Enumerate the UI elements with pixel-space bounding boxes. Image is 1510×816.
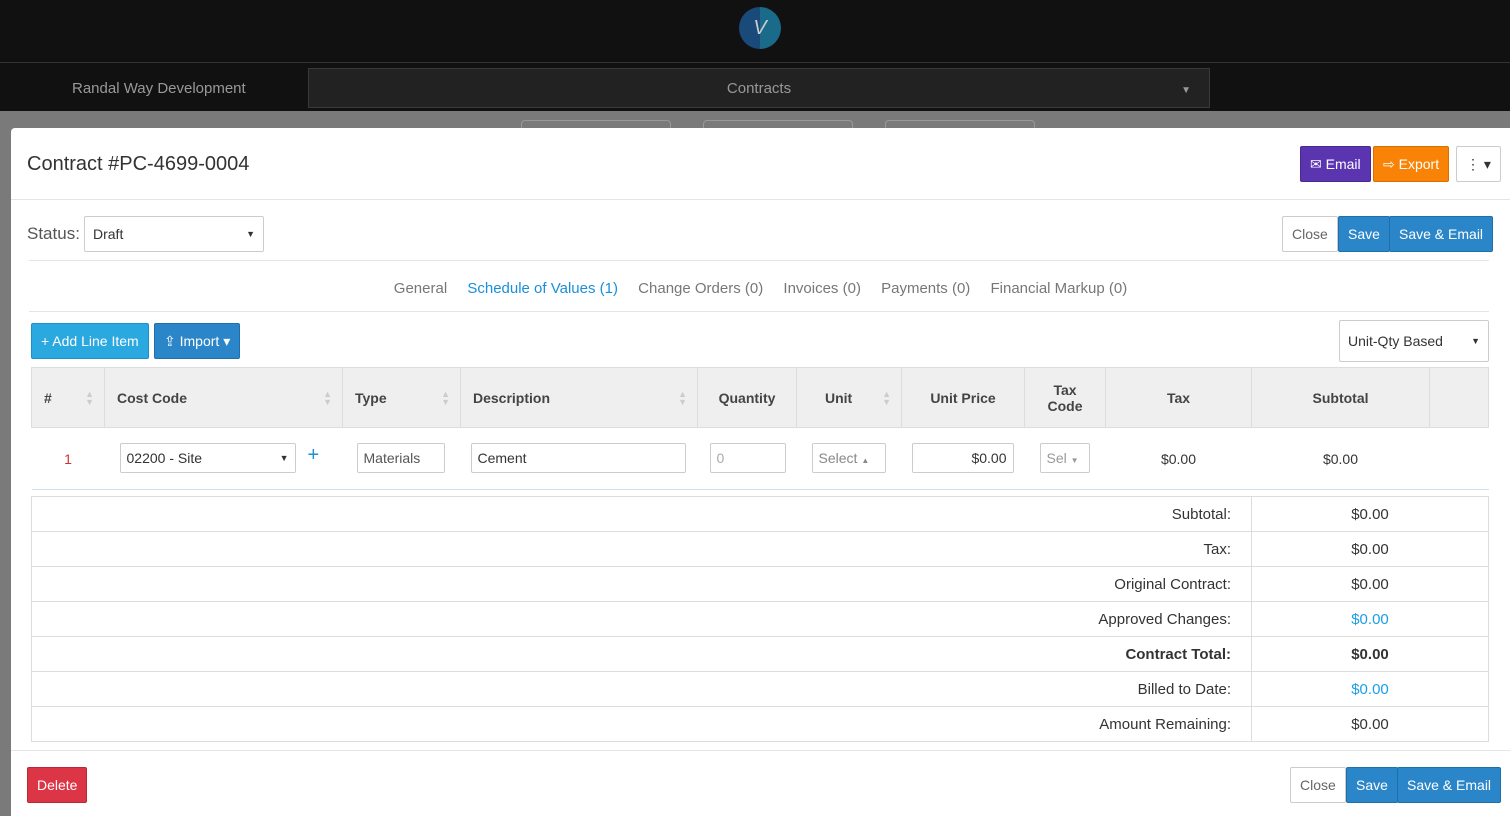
cost-code-cell: 02200 - Site ▼ + — [104, 427, 343, 490]
upload-icon: ⇪ — [164, 333, 180, 349]
envelope-icon: ✉ — [1310, 156, 1326, 172]
description-cell: Cement — [460, 427, 698, 490]
col-unit[interactable]: Unit ▲ ▼ — [796, 367, 902, 428]
tab-schedule-of-values[interactable]: Schedule of Values (1) — [467, 280, 618, 297]
pricing-mode-select[interactable]: Unit-Qty Based ▼ — [1339, 320, 1489, 362]
contract-modal: Contract #PC-4699-0004 ✉ Email ⇨ Export … — [11, 128, 1510, 816]
save-button-top[interactable]: Save — [1338, 216, 1390, 252]
status-select[interactable]: Draft ▼ — [84, 216, 264, 252]
unit-cell: Select ▲ — [796, 427, 902, 490]
col-cost-code[interactable]: Cost Code ▲ ▼ — [104, 367, 343, 428]
subtotal-value: $0.00 — [1251, 427, 1430, 490]
sort-icon: ▲ ▼ — [85, 389, 94, 407]
totals-table: Subtotal: $0.00 Tax: $0.00 Original Contra… — [31, 496, 1489, 742]
project-name[interactable]: Randal Way Development — [72, 80, 246, 97]
tax-code-select[interactable]: Sel ▼ — [1039, 443, 1090, 473]
tax-value: $0.00 — [1105, 427, 1252, 490]
col-tax: Tax — [1105, 367, 1252, 428]
sort-icon: ▲ ▼ — [882, 389, 891, 407]
top-bar: V — [0, 0, 1510, 63]
add-cost-code-icon[interactable]: + — [308, 444, 320, 467]
totals-row: Tax: $0.00 — [31, 531, 1489, 567]
totals-row: Contract Total: $0.00 — [31, 636, 1489, 672]
table-row: 1 02200 - Site ▼ + Materials Cement 0 Sele… — [31, 427, 1489, 490]
row-number: 1 — [31, 427, 105, 490]
totals-row: Billed to Date: $0.00 — [31, 671, 1489, 707]
tax-code-cell: Sel ▼ — [1024, 427, 1106, 490]
approved-changes-link[interactable]: $0.00 — [1251, 601, 1489, 637]
col-unit-price: Unit Price — [901, 367, 1025, 428]
caret-down-icon: ▼ — [1181, 85, 1191, 96]
caret-down-icon: ▼ — [1471, 336, 1480, 346]
unit-price-input[interactable]: $0.00 — [911, 443, 1014, 473]
add-line-item-button[interactable]: + Add Line Item — [31, 323, 149, 359]
delete-button[interactable]: Delete — [27, 767, 88, 803]
col-type[interactable]: Type ▲ ▼ — [342, 367, 461, 428]
totals-row: Original Contract: $0.00 — [31, 566, 1489, 602]
sort-icon: ▲ ▼ — [323, 389, 332, 407]
export-icon: ⇨ — [1383, 156, 1399, 172]
line-items-table: # ▲ ▼ Cost Code ▲ ▼ Type ▲ ▼ Description ▲ ▼ Qua… — [31, 367, 1489, 490]
col-subtotal: Subtotal — [1251, 367, 1430, 428]
export-label: Export — [1398, 156, 1440, 172]
app-logo[interactable]: V — [739, 7, 781, 49]
close-button-bottom[interactable]: Close — [1290, 767, 1346, 803]
status-value: Draft — [93, 226, 124, 242]
save-button-bottom[interactable]: Save — [1346, 767, 1398, 803]
tab-bar: General Schedule of Values (1) Change Or… — [11, 280, 1510, 297]
totals-row: Amount Remaining: $0.00 — [31, 706, 1489, 742]
unit-price-cell: $0.00 — [901, 427, 1025, 490]
sort-icon: ▲ ▼ — [441, 389, 450, 407]
email-label: Email — [1325, 156, 1361, 172]
quantity-cell: 0 — [697, 427, 797, 490]
caret-down-icon: ▼ — [246, 229, 255, 239]
col-description[interactable]: Description ▲ ▼ — [460, 367, 698, 428]
billed-to-date-link[interactable]: $0.00 — [1251, 671, 1489, 707]
col-number[interactable]: # ▲ ▼ — [31, 367, 105, 428]
col-quantity: Quantity — [697, 367, 797, 428]
totals-row: Approved Changes: $0.00 — [31, 601, 1489, 637]
close-button-top[interactable]: Close — [1282, 216, 1338, 252]
module-label: Contracts — [726, 80, 792, 97]
module-select[interactable]: Contracts ▼ — [308, 68, 1210, 108]
sort-icon: ▲ ▼ — [678, 389, 687, 407]
more-options-button[interactable]: ⋮ ▾ — [1456, 146, 1501, 182]
modal-title: Contract #PC-4699-0004 — [27, 153, 250, 175]
pricing-mode-value: Unit-Qty Based — [1348, 333, 1443, 349]
tab-invoices[interactable]: Invoices (0) — [783, 280, 861, 297]
tab-payments[interactable]: Payments (0) — [881, 280, 970, 297]
save-email-button-top[interactable]: Save & Email — [1389, 216, 1494, 252]
tab-financial-markup[interactable]: Financial Markup (0) — [990, 280, 1127, 297]
tab-general[interactable]: General — [394, 280, 447, 297]
status-label: Status: — [27, 224, 80, 243]
kebab-icon: ⋮ ▾ — [1466, 156, 1491, 172]
description-input[interactable]: Cement — [470, 443, 686, 473]
tab-change-orders[interactable]: Change Orders (0) — [638, 280, 763, 297]
quantity-input[interactable]: 0 — [709, 443, 786, 473]
import-label: Import — [179, 333, 220, 349]
import-button[interactable]: ⇪ Import ▾ — [154, 323, 241, 359]
type-select[interactable]: Materials — [356, 443, 445, 473]
col-actions — [1429, 367, 1489, 428]
cost-code-select[interactable]: 02200 - Site ▼ — [119, 443, 296, 473]
save-email-button-bottom[interactable]: Save & Email — [1397, 767, 1502, 803]
col-tax-code: Tax Code — [1024, 367, 1106, 428]
export-button[interactable]: ⇨ Export — [1373, 146, 1450, 182]
type-cell: Materials — [342, 427, 461, 490]
totals-row: Subtotal: $0.00 — [31, 496, 1489, 532]
unit-select[interactable]: Select ▲ — [811, 443, 886, 473]
email-button[interactable]: ✉ Email — [1300, 146, 1371, 182]
